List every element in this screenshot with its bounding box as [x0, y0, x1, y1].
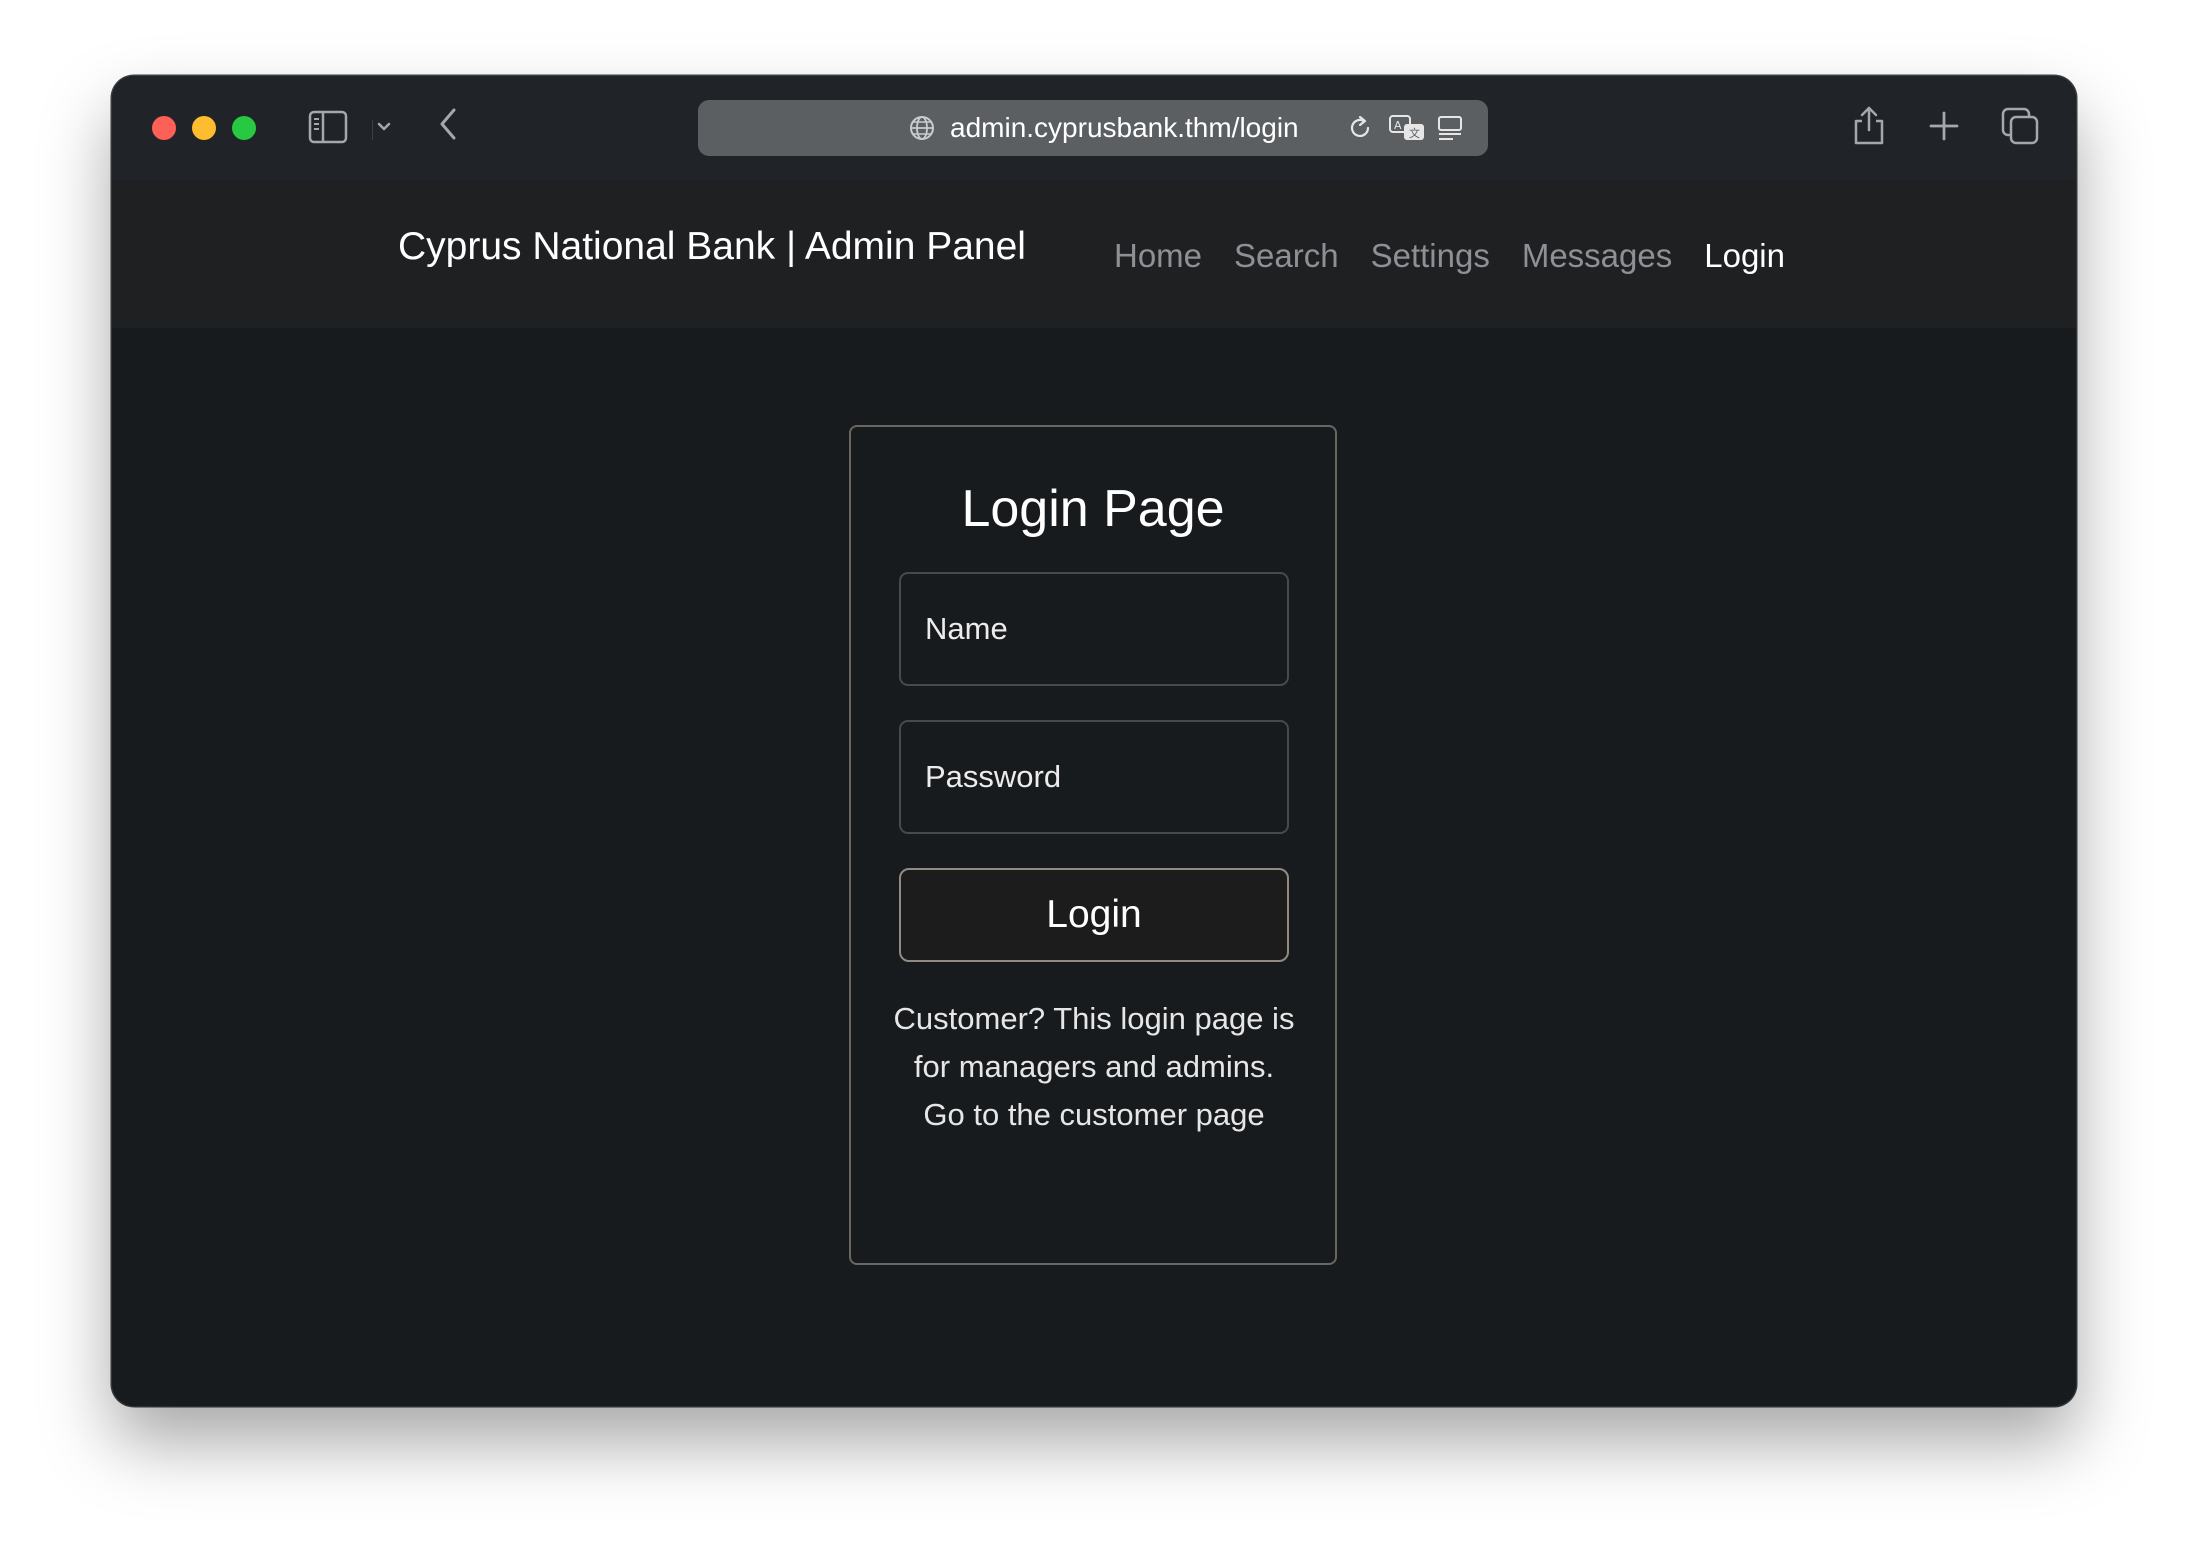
- nav-link-search[interactable]: Search: [1234, 237, 1339, 275]
- plus-icon[interactable]: [1928, 110, 1960, 142]
- close-window-button[interactable]: [152, 116, 176, 140]
- login-card: Login Page Login Customer? This login pa…: [849, 425, 1337, 1265]
- svg-text:A: A: [1394, 119, 1402, 132]
- browser-toolbar: admin.cyprusbank.thm/login A 文: [112, 76, 2076, 180]
- share-icon[interactable]: [1852, 104, 1886, 146]
- customer-note: Customer? This login page is for manager…: [891, 995, 1297, 1139]
- reader-icon[interactable]: [1436, 114, 1464, 142]
- login-button[interactable]: Login: [899, 868, 1289, 962]
- zoom-window-button[interactable]: [232, 116, 256, 140]
- nav-link-settings[interactable]: Settings: [1371, 237, 1490, 275]
- customer-note-text: Customer? This login page is for manager…: [893, 1001, 1295, 1084]
- url-text[interactable]: admin.cyprusbank.thm/login: [950, 100, 1299, 156]
- translate-icon[interactable]: A 文: [1388, 113, 1426, 143]
- reload-icon[interactable]: [1346, 114, 1374, 142]
- nav-links: Home Search Settings Messages Login: [1114, 180, 1785, 332]
- sidebar-icon[interactable]: [308, 110, 348, 144]
- back-chevron-icon[interactable]: [436, 106, 460, 142]
- site-navbar: Cyprus National Bank | Admin Panel Home …: [112, 180, 2076, 328]
- svg-text:文: 文: [1409, 126, 1420, 140]
- address-bar[interactable]: admin.cyprusbank.thm/login A 文: [698, 100, 1488, 156]
- nav-link-home[interactable]: Home: [1114, 237, 1202, 275]
- name-input[interactable]: [899, 572, 1289, 686]
- page-title: Login Page: [961, 480, 1225, 538]
- page-content: Login Page Login Customer? This login pa…: [112, 328, 2076, 1406]
- tabs-overview-icon[interactable]: [2000, 106, 2040, 146]
- browser-window: admin.cyprusbank.thm/login A 文 Cyprus Na…: [112, 76, 2076, 1406]
- nav-link-messages[interactable]: Messages: [1522, 237, 1672, 275]
- toolbar-divider: [372, 120, 373, 140]
- nav-link-login[interactable]: Login: [1704, 237, 1785, 275]
- minimize-window-button[interactable]: [192, 116, 216, 140]
- globe-icon: [908, 114, 936, 142]
- brand-title[interactable]: Cyprus National Bank | Admin Panel: [398, 180, 1026, 314]
- password-input[interactable]: [899, 720, 1289, 834]
- chevron-down-icon[interactable]: [376, 120, 392, 134]
- customer-page-link[interactable]: Go to the customer page: [891, 1091, 1297, 1139]
